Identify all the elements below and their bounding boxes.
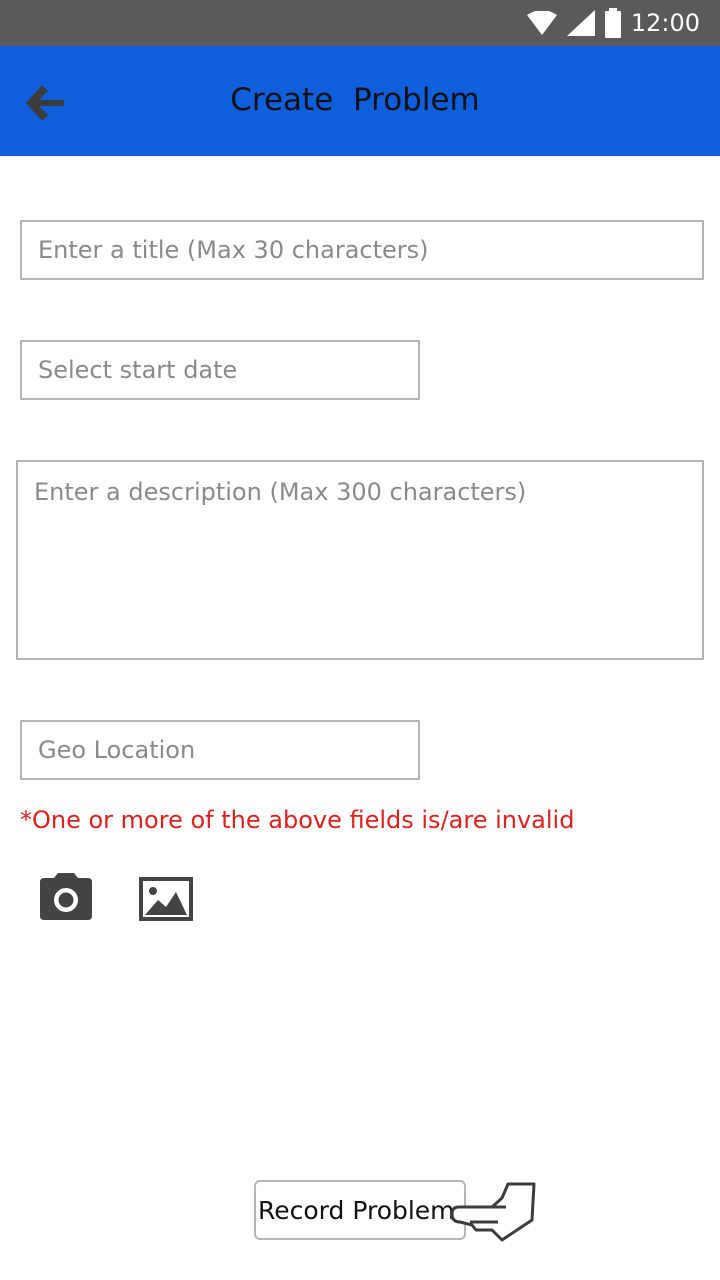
status-bar: 12:00 (0, 0, 720, 46)
description-textarea[interactable]: Enter a description (Max 300 characters) (16, 460, 704, 660)
page-title: Create Problem (230, 82, 480, 118)
app-bar: Create Problem (0, 46, 720, 156)
camera-icon (40, 873, 92, 920)
pointing-hand-icon (450, 1182, 536, 1242)
record-problem-label: Record Problem (258, 1195, 455, 1225)
wifi-icon (526, 11, 557, 35)
start-date-placeholder: Select start date (38, 356, 238, 384)
start-date-input[interactable]: Select start date (20, 340, 420, 400)
description-placeholder: Enter a description (Max 300 characters) (34, 478, 527, 506)
status-time: 12:00 (630, 9, 700, 37)
title-input-placeholder: Enter a title (Max 30 characters) (38, 236, 429, 264)
gallery-button[interactable] (138, 876, 194, 922)
validation-error-message: *One or more of the above fields is/are … (20, 806, 575, 834)
geo-location-placeholder: Geo Location (38, 736, 196, 764)
geo-location-input[interactable]: Geo Location (20, 720, 420, 780)
title-input[interactable]: Enter a title (Max 30 characters) (20, 220, 704, 280)
status-icons: 12:00 (526, 0, 700, 46)
image-icon (139, 877, 193, 921)
arrow-left-icon (26, 85, 64, 121)
battery-icon (604, 8, 621, 38)
record-problem-button[interactable]: Record Problem (254, 1180, 466, 1240)
camera-button[interactable] (38, 872, 94, 922)
signal-icon (566, 10, 595, 36)
back-button[interactable] (20, 79, 68, 127)
